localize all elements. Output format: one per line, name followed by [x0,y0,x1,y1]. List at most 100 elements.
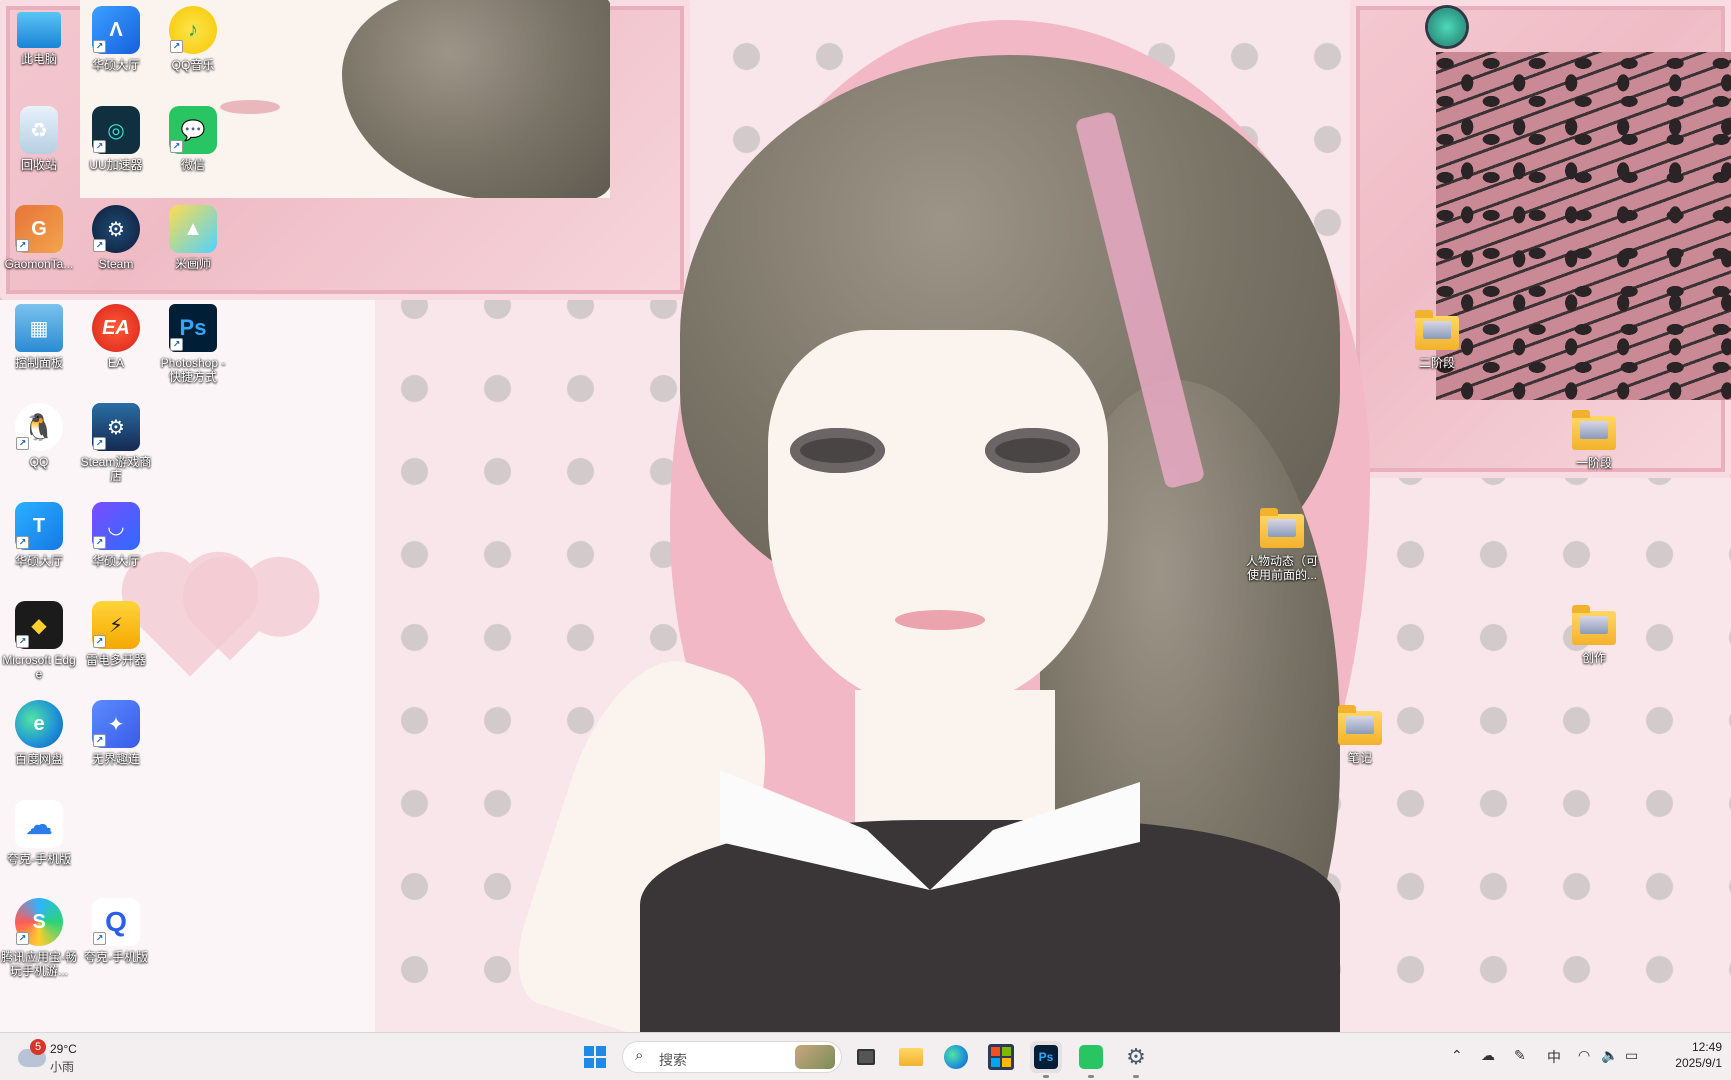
icon-label: 无界趣连 [91,752,140,766]
icon-label: 米画师 [174,257,211,271]
cloud-sync-icon[interactable]: ☁ [1481,1047,1495,1064]
desktop-icon-ea[interactable]: EA EA [77,304,155,370]
desktop-icon-recycle-bin[interactable]: ♻ 回收站 [0,106,78,172]
edge-icon [944,1045,968,1069]
icon-label: 二阶段 [1418,356,1455,370]
desktop-icon-todesk[interactable]: T ↗ 华硕大厅 [0,502,78,568]
desktop-icon-steam-store[interactable]: ⚙ ↗ Steam游戏商店 [77,403,155,483]
running-indicator [1088,1075,1094,1078]
icon-label: QQ [29,455,49,469]
desktop-icon-control-panel[interactable]: ▦ 控制面板 [0,304,78,370]
quark-icon: Q ↗ [92,898,140,946]
desktop-icon-uu-accelerator[interactable]: ◎ ↗ UU加速器 [77,106,155,172]
clock-time: 12:49 [1691,1040,1722,1054]
desktop-icon-baidu-netdisk[interactable]: ☁ 夸克-手机版 [0,800,78,866]
desktop-folder-create[interactable]: 创作 [1555,603,1633,665]
icon-label: Microsoft Edge [2,653,76,681]
desktop-icon-qq[interactable]: 🐧 ↗ QQ [0,403,78,469]
desktop-folder-stage-1[interactable]: 一阶段 [1555,408,1633,470]
shortcut-arrow-icon: ↗ [16,536,29,549]
taskbar-file-explorer[interactable] [895,1041,927,1073]
tencent-appstore-icon: S ↗ [15,898,63,946]
desktop-icon-gaomon[interactable]: G ↗ GaomonTa... [0,205,78,271]
taskbar-settings[interactable]: ⚙ [1120,1041,1152,1078]
search-icon: ⌕ [635,1047,644,1064]
multi-opener-icon: ⚡ ↗ [92,601,140,649]
icon-label: 微信 [180,158,205,172]
shortcut-arrow-icon: ↗ [93,734,106,747]
icon-label: 腾讯应用宝-畅玩手机游... [1,950,77,978]
shortcut-arrow-icon: ↗ [16,239,29,252]
clock-date: 2025/9/1 [1675,1056,1722,1070]
shortcut-arrow-icon: ↗ [93,40,106,53]
ime-indicator[interactable]: 中 [1547,1047,1561,1067]
desktop-folder-character[interactable]: 人物动态（可使用前面的... [1243,506,1321,582]
wallpaper-face [768,330,1108,710]
start-button[interactable] [579,1041,611,1073]
icon-label: Photoshop - 快捷方式 [160,356,226,384]
shortcut-arrow-icon: ↗ [16,932,29,945]
pen-icon[interactable]: ✎ [1514,1047,1526,1064]
uu-accelerator-icon: ◎ ↗ [92,106,140,154]
battery-icon[interactable]: ▭ [1625,1047,1638,1064]
desktop-icon-quark[interactable]: Q ↗ 夸克-手机版 [77,898,155,964]
todesk-icon: T ↗ [15,502,63,550]
shortcut-arrow-icon: ↗ [93,536,106,549]
taskbar-edge[interactable] [940,1041,972,1073]
chevron-up-icon[interactable]: ⌃ [1451,1047,1463,1064]
qq-music-icon: ♪ ↗ [169,6,217,54]
desktop-folder-stage-2[interactable]: 二阶段 [1398,308,1476,370]
qq-penguin-icon: 🐧 ↗ [15,403,63,451]
wallpaper-eye-right [985,428,1080,473]
desktop-icon-this-pc[interactable]: 此电脑 [0,6,78,66]
floating-assistant-icon[interactable] [1428,8,1466,46]
desktop-icon-wechat[interactable]: 💬 ↗ 微信 [154,106,232,172]
shortcut-arrow-icon: ↗ [16,437,29,450]
running-indicator [1043,1075,1049,1078]
icon-label: UU加速器 [89,158,143,172]
desktop-icon-edge[interactable]: e 百度网盘 [0,700,78,766]
desktop-icon-qq-music[interactable]: ♪ ↗ QQ音乐 [154,6,232,72]
task-view-button[interactable] [850,1041,882,1073]
desktop-icon-steam[interactable]: ⚙ ↗ Steam [77,205,155,271]
taskbar-clock[interactable]: 12:49 2025/9/1 [1652,1039,1722,1071]
weather-badge: 5 [30,1039,46,1055]
steam-store-icon: ⚙ ↗ [92,403,140,451]
shortcut-arrow-icon: ↗ [93,140,106,153]
volume-icon[interactable]: 🔈 [1601,1047,1618,1064]
icon-label: 夸克-手机版 [7,852,71,866]
icon-label: 百度网盘 [14,752,63,766]
folder-icon [1415,310,1459,350]
shortcut-arrow-icon: ↗ [170,40,183,53]
edge-icon: e [15,700,63,748]
desktop-icon-photoshop[interactable]: Ps ↗ Photoshop - 快捷方式 [154,304,232,384]
desktop-wallpaper [0,0,1731,1032]
baidu-netdisk-icon: ☁ [15,800,63,848]
desktop-icon-game-assistant[interactable]: ◆ ↗ Microsoft Edge [0,601,78,681]
desktop-icon-multi-opener[interactable]: ⚡ ↗ 雷电多开器 [77,601,155,667]
taskbar-microsoft-store[interactable] [985,1041,1017,1073]
shortcut-arrow-icon: ↗ [93,437,106,450]
desktop-icon-huawei-hall-1[interactable]: Λ ↗ 华硕大厅 [77,6,155,72]
shopping-bag-icon: ◡ ↗ [92,502,140,550]
gaomon-icon: G ↗ [15,205,63,253]
wifi-icon[interactable]: ◠ [1578,1047,1590,1064]
shortcut-arrow-icon: ↗ [93,635,106,648]
folder-icon [899,1048,923,1066]
mihuashi-icon: ▲ [169,205,217,253]
shortcut-arrow-icon: ↗ [93,932,106,945]
taskbar-wechat[interactable] [1075,1041,1107,1078]
desktop-icon-mihuashi[interactable]: ▲ 米画师 [154,205,232,271]
desktop-icon-tencent-appstore[interactable]: S ↗ 腾讯应用宝-畅玩手机游... [0,898,78,978]
icon-label: 人物动态（可使用前面的... [1245,554,1318,582]
icon-label: 此电脑 [20,52,57,66]
taskbar-photoshop[interactable]: Ps [1030,1041,1062,1078]
desktop-icon-huawei-hall-2[interactable]: ◡ ↗ 华硕大厅 [77,502,155,568]
desktop-icon-wuya[interactable]: ✦ ↗ 无界趣连 [77,700,155,766]
icon-label: 夸克-手机版 [84,950,148,964]
desktop-folder-notes[interactable]: 笔记 [1321,703,1399,765]
wuya-icon: ✦ ↗ [92,700,140,748]
weather-widget[interactable]: 5 29°C 小雨 [16,1039,136,1075]
taskbar-search[interactable]: ⌕ 搜索 [622,1041,842,1073]
wallpaper-eye-left [790,428,885,473]
